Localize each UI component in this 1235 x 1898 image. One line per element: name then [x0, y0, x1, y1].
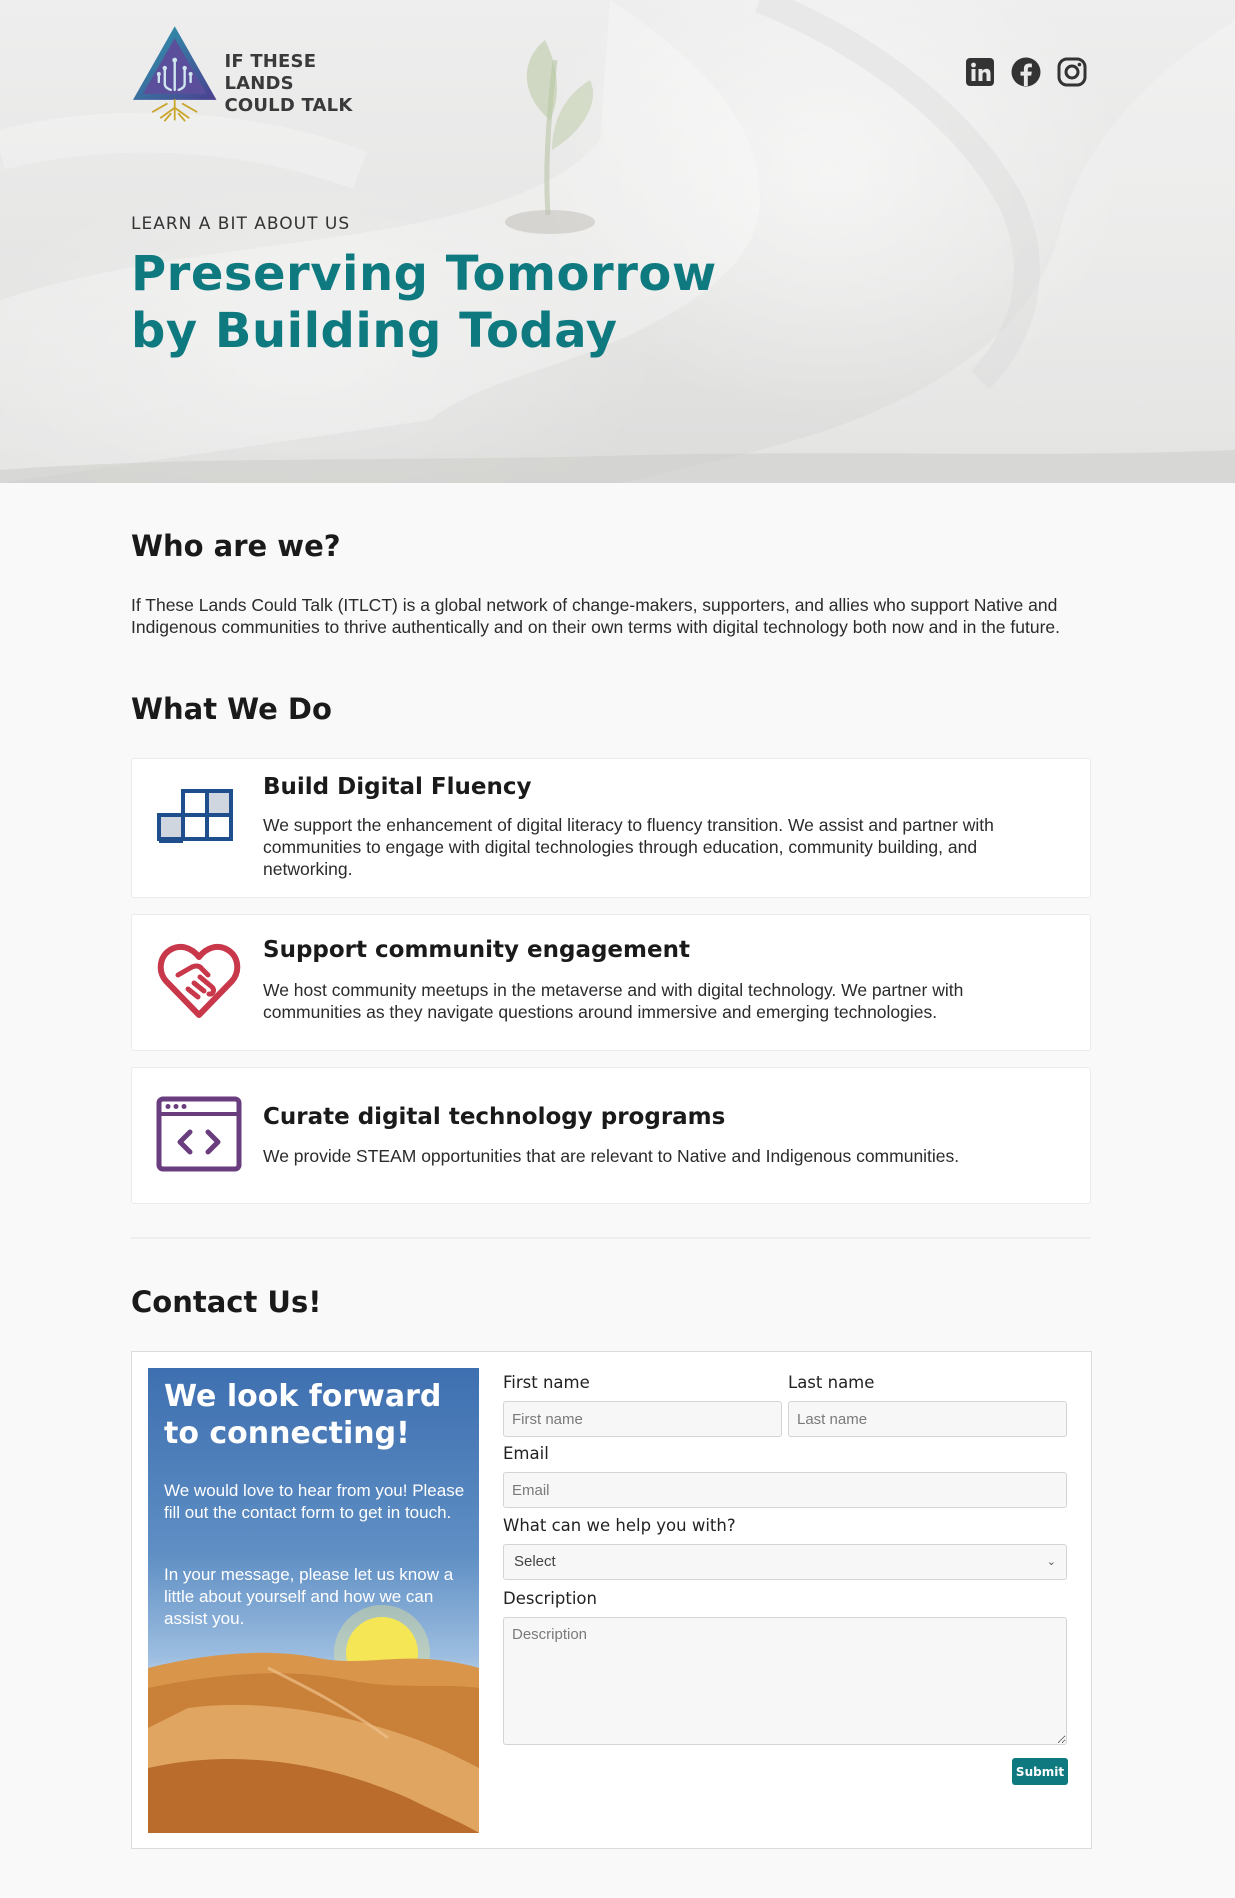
promo-paragraph-1: We would love to hear from you! Please f…: [164, 1481, 465, 1522]
instagram-icon[interactable]: [1056, 56, 1088, 88]
email-field[interactable]: [503, 1472, 1067, 1508]
section-divider: [131, 1237, 1091, 1239]
description-field[interactable]: [503, 1617, 1067, 1745]
logo-triangle-icon: [132, 26, 217, 122]
service-card: Curate digital technology programs We pr…: [131, 1067, 1091, 1204]
services-heading: What We Do: [131, 692, 332, 726]
linkedin-icon[interactable]: [964, 56, 996, 88]
blocks-icon: [157, 789, 233, 843]
service-title: Curate digital technology programs: [263, 1104, 726, 1130]
chevron-down-icon: ⌄: [1046, 1556, 1056, 1568]
brand-logo[interactable]: IF THESE LANDS COULD TALK: [131, 24, 391, 124]
help-topic-select[interactable]: Select ⌄: [503, 1544, 1067, 1580]
about-text: If These Lands Could Talk (ITLCT) is a g…: [131, 595, 1061, 637]
promo-heading: We look forward to connecting!: [164, 1379, 442, 1451]
service-title: Support community engagement: [263, 937, 690, 963]
description-label: Description: [503, 1589, 597, 1608]
first-name-label: First name: [503, 1373, 590, 1392]
hero-banner: IF THESE LANDS COULD TALK LEARN A BIT AB…: [0, 0, 1235, 483]
contact-panel: We look forward to connecting! We would …: [131, 1351, 1092, 1849]
logo-line-2: COULD TALK: [224, 95, 353, 116]
facebook-icon[interactable]: [1010, 56, 1042, 88]
social-links: [964, 56, 1088, 88]
about-heading: Who are we?: [131, 529, 341, 563]
help-topic-selected: Select: [514, 1553, 556, 1570]
logo-wordmark: IF THESE LANDS COULD TALK: [224, 51, 391, 117]
promo-paragraph-2: In your message, please let us know a li…: [164, 1565, 454, 1628]
service-text: We provide STEAM opportunities that are …: [263, 1146, 960, 1166]
help-topic-label: What can we help you with?: [503, 1516, 736, 1535]
last-name-label: Last name: [788, 1373, 875, 1392]
service-title: Build Digital Fluency: [263, 774, 532, 800]
first-name-field[interactable]: [503, 1401, 782, 1437]
service-text: We support the enhancement of digital li…: [263, 815, 994, 879]
submit-button[interactable]: Submit: [1012, 1758, 1068, 1785]
logo-line-1: IF THESE LANDS: [224, 51, 317, 94]
service-card: Support community engagement We host com…: [131, 914, 1091, 1051]
service-text: We host community meetups in the metaver…: [263, 980, 964, 1022]
email-label: Email: [503, 1444, 549, 1463]
hero-title: Preserving Tomorrow by Building Today: [131, 246, 717, 359]
contact-promo-card: We look forward to connecting! We would …: [148, 1368, 479, 1833]
last-name-field[interactable]: [788, 1401, 1067, 1437]
service-card: Build Digital Fluency We support the enh…: [131, 758, 1091, 898]
contact-heading: Contact Us!: [131, 1285, 322, 1319]
hero-kicker: LEARN A BIT ABOUT US: [131, 214, 351, 234]
heart-handshake-icon: [157, 943, 241, 1018]
code-window-icon: [156, 1096, 242, 1172]
